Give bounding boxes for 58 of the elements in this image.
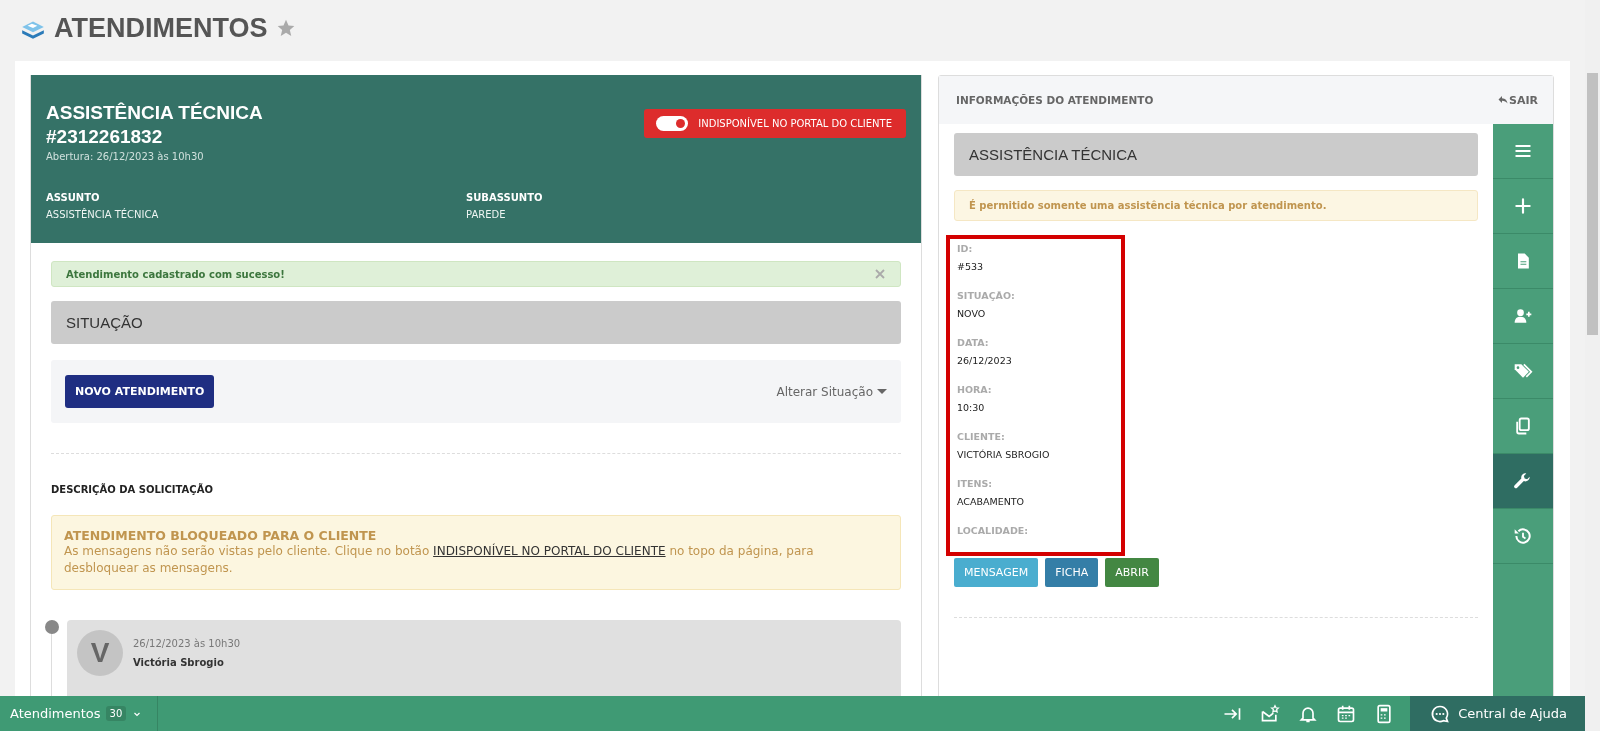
copy-icon xyxy=(1513,416,1533,436)
message-author: Victória Sbrogio xyxy=(133,657,225,668)
close-button[interactable] xyxy=(874,268,886,280)
field-value: #533 xyxy=(957,261,985,272)
field-label: SUBASSUNTO xyxy=(466,192,544,203)
close-icon xyxy=(874,268,886,280)
mail-star-icon xyxy=(1260,703,1281,724)
star-icon[interactable] xyxy=(275,18,296,38)
form-button[interactable]: FICHA xyxy=(1045,558,1099,587)
portal-toggle-button[interactable]: INDISPONÍVEL NO PORTAL DO CLIENTE xyxy=(644,109,906,138)
chat-bubble-icon xyxy=(1430,703,1451,724)
ticket-number: #2312261832 xyxy=(46,125,164,149)
field-value: ACABAMENTO xyxy=(957,496,1026,507)
open-button[interactable]: ABRIR xyxy=(1105,558,1159,587)
field-value: PAREDE xyxy=(466,209,507,220)
ticket-type: ASSISTÊNCIA TÉCNICA xyxy=(46,101,263,125)
section-heading: ASSISTÊNCIA TÉCNICA xyxy=(954,133,1478,176)
portal-link[interactable]: INDISPONÍVEL NO PORTAL DO CLIENTE xyxy=(433,544,666,558)
field-value: NOVO xyxy=(957,308,987,319)
alert-title: ATENDIMENTO BLOQUEADO PARA O CLIENTE xyxy=(64,528,378,543)
field-label: SITUAÇÃO: xyxy=(957,290,1016,301)
help-center-button[interactable]: Central de Ajuda xyxy=(1410,696,1585,731)
calendar-icon xyxy=(1336,703,1357,724)
reply-arrow-icon xyxy=(1497,94,1509,106)
tool-button[interactable] xyxy=(1493,454,1553,509)
field-label: DATA: xyxy=(957,337,990,348)
field-label: ASSUNTO xyxy=(46,192,101,203)
wrench-icon xyxy=(1513,471,1533,491)
field-label: ID: xyxy=(957,243,974,254)
field-value: 10:30 xyxy=(957,402,986,413)
tickets-tab[interactable]: Atendimentos 30 xyxy=(0,696,159,731)
page-title: ATENDIMENTOS xyxy=(54,12,268,44)
field-value: VICTÓRIA SBROGIO xyxy=(957,449,1051,460)
field-label: LOCALIDADE: xyxy=(957,525,1030,536)
new-ticket-button[interactable]: NOVO ATENDIMENTO xyxy=(65,375,215,408)
exit-button[interactable]: SAIR xyxy=(1497,93,1538,107)
history-icon xyxy=(1513,526,1533,546)
toggle-switch[interactable] xyxy=(656,116,689,131)
scroll-thumb[interactable] xyxy=(1587,73,1598,335)
panel-title: INFORMAÇÕES DO ATENDIMENTO xyxy=(956,94,1154,106)
notice-alert: É permitido somente uma assistência técnica por atendimento. xyxy=(954,190,1478,221)
field-value: 26/12/2023 xyxy=(957,355,1013,366)
avatar: V xyxy=(77,630,123,676)
timeline-dot xyxy=(45,620,59,634)
alert-text: As mensagens não serão vistas pelo cliente. Clique no botão INDISPONÍVEL NO PORTAL DO CLIENTE no topo da página, para desbloquear as mensagens. xyxy=(64,543,815,577)
field-label: HORA: xyxy=(957,384,993,395)
add-user-icon xyxy=(1513,306,1533,326)
opening-date: Abertura: 26/12/2023 às 10h30 xyxy=(46,151,205,162)
field-label: ITENS: xyxy=(957,478,994,489)
message-date: 26/12/2023 às 10h30 xyxy=(133,638,241,649)
plus-icon xyxy=(1513,196,1533,216)
alert-text: Atendimento cadastrado com sucesso! xyxy=(66,268,285,280)
count-badge: 30 xyxy=(105,706,127,721)
field-label: CLIENTE: xyxy=(957,431,1006,442)
section-heading: DESCRIÇÃO DA SOLICITAÇÃO xyxy=(51,484,214,495)
change-status-dropdown[interactable]: Alterar Situação xyxy=(776,384,887,399)
field-value: ASSISTÊNCIA TÉCNICA xyxy=(46,209,160,220)
section-heading: SITUAÇÃO xyxy=(51,301,901,344)
